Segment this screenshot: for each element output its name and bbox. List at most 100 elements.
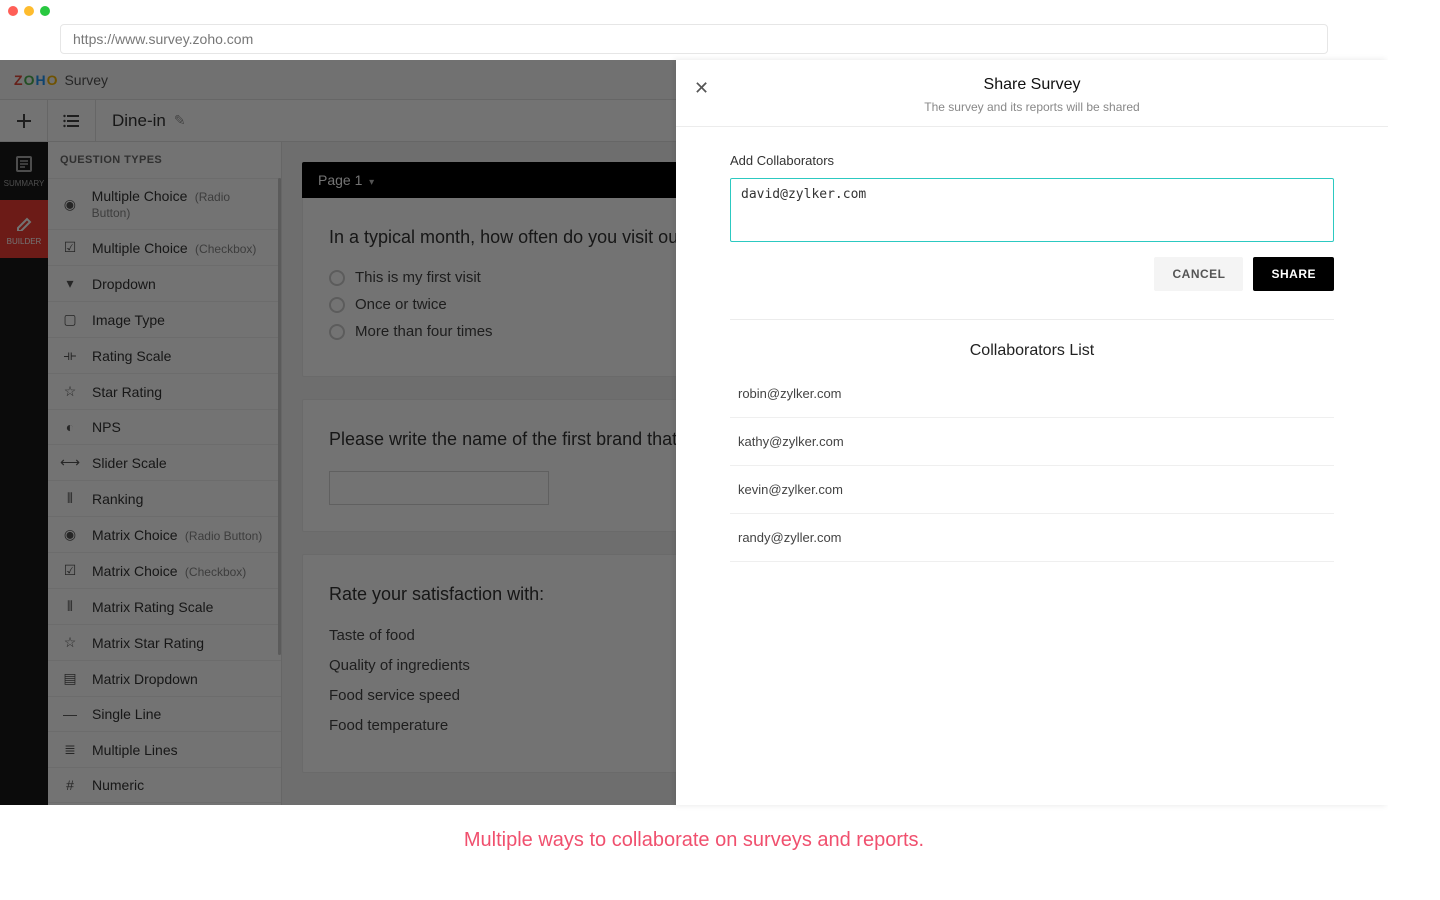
question-type-icon: ⫴	[60, 490, 80, 507]
question-type-icon: ⫴	[60, 598, 80, 615]
question-type-icon: ◉	[60, 526, 80, 543]
question-type-label: Matrix Choice (Radio Button)	[92, 527, 262, 543]
question-type-item[interactable]: ◐ NPS	[48, 409, 281, 444]
question-type-item[interactable]: ⟷ Slider Scale	[48, 444, 281, 480]
question-type-label: Dropdown	[92, 276, 156, 292]
share-title: Share Survey	[696, 76, 1368, 94]
option-label: This is my first visit	[355, 269, 481, 286]
question-type-label: Multiple Choice (Checkbox)	[92, 240, 256, 256]
question-type-item[interactable]: ⫴ Ranking	[48, 480, 281, 516]
rail-builder-label: BUILDER	[7, 237, 42, 246]
question-type-item[interactable]: ☆ Star Rating	[48, 373, 281, 409]
option-label: Once or twice	[355, 296, 447, 313]
text-input[interactable]	[329, 471, 549, 505]
share-panel-header: ✕ Share Survey The survey and its report…	[676, 60, 1388, 127]
question-type-icon: ◐	[60, 419, 80, 435]
collaborator-row[interactable]: randy@zyller.com	[730, 514, 1334, 562]
question-type-label: Matrix Choice (Checkbox)	[92, 563, 246, 579]
survey-title[interactable]: Dine-in ✎	[96, 100, 202, 141]
question-types-heading: QUESTION TYPES	[48, 142, 281, 178]
url-text: https://www.survey.zoho.com	[73, 31, 253, 47]
app-logo: ZOHO Survey	[14, 72, 108, 88]
question-type-label: Single Line	[92, 706, 161, 722]
radio-icon	[329, 270, 345, 286]
share-subtitle: The survey and its reports will be share…	[696, 100, 1368, 114]
collaborator-row[interactable]: kevin@zylker.com	[730, 466, 1334, 514]
question-type-icon: ◉	[60, 196, 80, 213]
question-type-icon: —	[60, 706, 80, 722]
window-close[interactable]	[8, 6, 18, 16]
question-type-item[interactable]: ≣Multiple Lines	[48, 731, 281, 767]
question-type-item[interactable]: ⫴ Matrix Rating Scale	[48, 588, 281, 624]
rail-summary[interactable]: SUMMARY	[0, 142, 48, 200]
question-type-item[interactable]: ▾Dropdown	[48, 265, 281, 301]
question-types-panel: QUESTION TYPES ◉ Multiple Choice (Radio B…	[48, 142, 282, 805]
add-button[interactable]	[0, 100, 48, 141]
collaborator-row[interactable]: kathy@zylker.com	[730, 418, 1334, 466]
cancel-button[interactable]: CANCEL	[1154, 257, 1243, 291]
share-panel: ✕ Share Survey The survey and its report…	[676, 60, 1388, 805]
divider	[730, 319, 1334, 320]
question-type-item[interactable]: ◉ Multiple Choice (Radio Button)	[48, 178, 281, 229]
rating-row-label: Food service speed	[329, 687, 460, 704]
rating-row-label: Food temperature	[329, 717, 448, 734]
question-type-label: Matrix Rating Scale	[92, 599, 213, 615]
option-label: More than four times	[355, 323, 493, 340]
url-bar[interactable]: https://www.survey.zoho.com	[60, 24, 1328, 54]
question-type-icon: ▤	[60, 670, 80, 687]
collaborators-list-title: Collaborators List	[730, 342, 1334, 360]
question-type-item[interactable]: ✉Email	[48, 802, 281, 805]
summary-icon	[15, 155, 33, 175]
collaborators-input[interactable]	[730, 178, 1334, 242]
question-type-label: Numeric	[92, 777, 144, 793]
left-rail: SUMMARY BUILDER	[0, 142, 48, 805]
marketing-caption: Multiple ways to collaborate on surveys …	[0, 805, 1388, 850]
logo-mark: ZOHO	[14, 72, 58, 88]
page-selector[interactable]: Page 1	[318, 172, 374, 188]
question-types-list[interactable]: ◉ Multiple Choice (Radio Button) ☑ Multiple…	[48, 178, 281, 805]
list-button[interactable]	[48, 100, 96, 141]
rating-row-label: Taste of food	[329, 627, 415, 644]
question-type-item[interactable]: ☑ Multiple Choice (Checkbox)	[48, 229, 281, 265]
window-minimize[interactable]	[24, 6, 34, 16]
question-type-item[interactable]: ⟛Rating Scale	[48, 337, 281, 373]
rating-row-label: Quality of ingredients	[329, 657, 470, 674]
question-type-label: Slider Scale	[92, 455, 167, 471]
radio-icon	[329, 297, 345, 313]
rail-summary-label: SUMMARY	[4, 179, 45, 188]
question-type-sublabel: (Checkbox)	[182, 565, 247, 579]
rail-builder[interactable]: BUILDER	[0, 200, 48, 258]
question-type-icon: ⟷	[60, 454, 80, 471]
question-type-item[interactable]: # Numeric	[48, 767, 281, 802]
question-type-item[interactable]: — Single Line	[48, 696, 281, 731]
scrollbar[interactable]	[278, 178, 281, 655]
window-controls	[8, 6, 50, 16]
question-type-label: Star Rating	[92, 384, 162, 400]
question-type-sublabel: (Radio Button)	[92, 190, 230, 220]
question-type-label: Matrix Dropdown	[92, 671, 198, 687]
question-type-sublabel: (Checkbox)	[192, 242, 257, 256]
question-type-item[interactable]: ◉ Matrix Choice (Radio Button)	[48, 516, 281, 552]
radio-icon	[329, 324, 345, 340]
question-type-icon: ☆	[60, 383, 80, 400]
pencil-icon: ✎	[174, 112, 186, 129]
collaborator-row[interactable]: robin@zylker.com	[730, 370, 1334, 418]
collaborators-list: robin@zylker.comkathy@zylker.comkevin@zy…	[730, 370, 1334, 562]
question-type-label: NPS	[92, 419, 121, 435]
question-type-icon: #	[60, 777, 80, 793]
question-type-item[interactable]: ☆ Matrix Star Rating	[48, 624, 281, 660]
close-icon[interactable]: ✕	[694, 78, 709, 99]
question-type-label: Multiple Choice (Radio Button)	[92, 188, 269, 220]
window-zoom[interactable]	[40, 6, 50, 16]
question-type-item[interactable]: ▢Image Type	[48, 301, 281, 337]
question-type-icon: ☑	[60, 239, 80, 256]
question-type-label: Matrix Star Rating	[92, 635, 204, 651]
share-button[interactable]: SHARE	[1253, 257, 1334, 291]
question-type-item[interactable]: ☑Matrix Choice (Checkbox)	[48, 552, 281, 588]
question-type-label: Image Type	[92, 312, 165, 328]
question-type-icon: ☆	[60, 634, 80, 651]
question-type-label: Multiple Lines	[92, 742, 178, 758]
window-titlebar	[0, 0, 1388, 18]
question-type-label: Ranking	[92, 491, 143, 507]
question-type-item[interactable]: ▤ Matrix Dropdown	[48, 660, 281, 696]
